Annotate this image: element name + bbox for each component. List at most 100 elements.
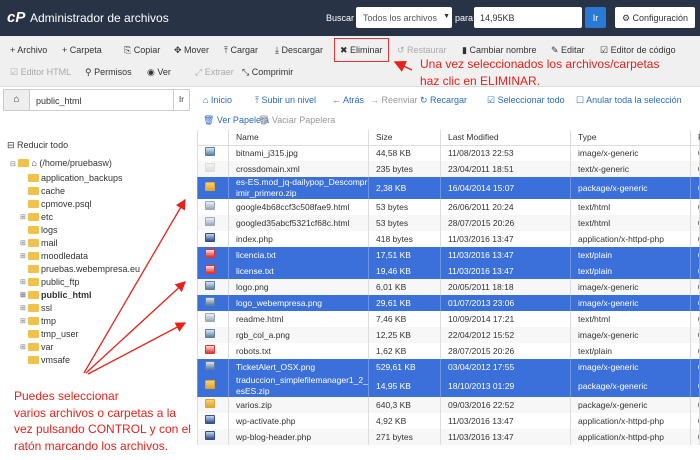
nav-button-5[interactable]: ☑ Seleccionar todo (487, 95, 565, 106)
expand-icon[interactable]: ⊞ (20, 252, 26, 260)
toolbar-button-4[interactable]: ⤒ Cargar (224, 45, 258, 56)
tree-root[interactable]: ⊟ ⌂ (/home/pruebasw) (10, 158, 112, 168)
expand-icon[interactable]: ⊞ (20, 343, 26, 351)
file-size: 14,95 KB (369, 375, 441, 397)
expand-icon[interactable]: ⊞ (20, 291, 26, 299)
table-row[interactable]: google4b68ccf3c508fae9.html53 bytes26/06… (198, 199, 700, 215)
nav-button-2[interactable]: ← Atrás (332, 95, 364, 105)
file-icon-cell (198, 263, 229, 279)
file-icon-cell (198, 359, 229, 375)
toolbar-button-12[interactable]: ⚲ Permisos (85, 67, 132, 78)
tree-item[interactable]: ⊞moodledata (28, 251, 88, 261)
folder-icon (28, 239, 39, 247)
toolbar-button-0[interactable]: + Archivo (10, 45, 47, 55)
home-icon[interactable]: ⌂ (4, 90, 30, 110)
folder-icon (28, 226, 39, 234)
tree-item[interactable]: pruebas.webempresa.eu (28, 264, 140, 274)
table-row[interactable]: bitnami_j315.jpg44,58 KB11/08/2013 22:53… (198, 145, 700, 161)
file-mod: 28/07/2015 20:26 (441, 215, 571, 231)
table-row[interactable]: logo_webempresa.png29,61 KB01/07/2013 23… (198, 295, 700, 311)
tree-item[interactable]: application_backups (28, 173, 123, 183)
toolbar-button-1[interactable]: + Carpeta (62, 45, 102, 55)
table-row[interactable]: varios.zip640,3 KB09/03/2016 22:52packag… (198, 397, 700, 413)
table-row[interactable]: wp-activate.php4,92 KB11/03/2016 13:47ap… (198, 413, 700, 429)
tree-item[interactable]: ⊞public_html (28, 290, 92, 300)
file-size: 640,3 KB (369, 397, 441, 413)
tree-item[interactable]: ⊞mail (28, 238, 58, 248)
tree-item[interactable]: tmp_user (28, 329, 79, 339)
tree-item[interactable]: vmsafe (28, 355, 70, 365)
toolbar-button-15[interactable]: ⤡ Comprimir (242, 67, 293, 78)
toolbar-button-13[interactable]: ◉ Ver (147, 67, 171, 78)
annotation-arrow (86, 282, 185, 373)
nav-button-4[interactable]: ↻ Recargar (420, 95, 467, 106)
toolbar-button-8[interactable]: ▮ Cambiar nombre (462, 45, 536, 56)
table-row[interactable]: es-ES.mod_jq-dailypop_Descomprimir_prime… (198, 177, 700, 199)
table-row[interactable]: index.php418 bytes11/03/2016 13:47applic… (198, 231, 700, 247)
toolbar-button-2[interactable]: ⎘ Copiar (124, 45, 160, 56)
file-type: application/x-httpd-php (571, 231, 691, 247)
table-row[interactable]: wp-blog-header.php271 bytes11/03/2016 13… (198, 429, 700, 445)
php-file-icon (205, 431, 215, 440)
file-perm: 0 (691, 177, 700, 199)
file-type: package/x-generic (571, 375, 691, 397)
expand-icon[interactable]: ⊞ (20, 213, 26, 221)
nav-button-0[interactable]: ⌂ Inicio (203, 95, 232, 105)
col-modified[interactable]: Last Modified (441, 130, 571, 145)
tree-item[interactable]: ⊞public_ftp (28, 277, 80, 287)
nav-button-6[interactable]: ☐ Anular toda la selección (576, 95, 682, 106)
table-row[interactable]: crossdomain.xml235 bytes23/04/2011 18:51… (198, 161, 700, 177)
file-icon-cell (198, 177, 229, 199)
toolbar-button-9[interactable]: ✎ Editar (551, 45, 585, 56)
expand-icon[interactable]: ⊞ (20, 239, 26, 247)
tree-item-label: cache (41, 186, 65, 196)
table-row[interactable]: license.txt19,46 KB11/03/2016 13:47text/… (198, 263, 700, 279)
collapse-all-button[interactable]: ⊟ Reducir todo (7, 140, 68, 151)
tree-item-label: vmsafe (41, 355, 70, 365)
search-input[interactable]: 14,95KB (474, 7, 582, 28)
col-permissions[interactable]: P (691, 130, 700, 145)
table-row[interactable]: traduccion_simplefilemanager1_2_esES.zip… (198, 375, 700, 397)
path-input[interactable]: public_html (36, 96, 82, 106)
table-row[interactable]: robots.txt1,62 KB28/07/2015 20:26text/pl… (198, 343, 700, 359)
table-row[interactable]: rgb_col_a.png12,25 KB22/04/2012 15:52ima… (198, 327, 700, 343)
table-row[interactable]: googled35abcf5321cf68c.html53 bytes28/07… (198, 215, 700, 231)
file-name: logo.png (229, 279, 369, 295)
nav-button-1[interactable]: ⤒ Subir un nivel (255, 95, 316, 106)
file-size: 7,46 KB (369, 311, 441, 327)
col-icon (198, 130, 229, 145)
file-mod: 28/07/2015 20:26 (441, 343, 571, 359)
file-name: licencia.txt (229, 247, 369, 263)
tree-item[interactable]: ⊞var (28, 342, 54, 352)
file-table: Name Size Last Modified Type P bitnami_j… (197, 130, 700, 445)
expand-icon[interactable]: ⊞ (20, 304, 26, 312)
toolbar-button-10[interactable]: ☑ Editor de código (600, 45, 676, 56)
php-file-icon (205, 415, 215, 424)
toolbar-button-3[interactable]: ✥ Mover (174, 45, 209, 56)
settings-button[interactable]: ⚙ Configuración (615, 7, 695, 28)
col-type[interactable]: Type (571, 130, 691, 145)
search-go-button[interactable]: Ir (585, 7, 606, 28)
tree-item-label: mail (41, 238, 58, 248)
expand-icon[interactable]: ⊞ (20, 278, 26, 286)
table-row[interactable]: logo.png6,01 KB20/05/2011 18:18image/x-g… (198, 279, 700, 295)
tree-item[interactable]: ⊞tmp (28, 316, 56, 326)
toolbar-button-5[interactable]: ⤓ Descargar (275, 45, 323, 56)
tree-item[interactable]: cache (28, 186, 65, 196)
chevron-down-icon: ▼ (443, 13, 450, 20)
col-size[interactable]: Size (369, 130, 441, 145)
expand-icon[interactable]: ⊞ (20, 317, 26, 325)
tree-item-label: public_html (41, 290, 92, 300)
table-row[interactable]: TicketAlert_OSX.png529,61 KB03/04/2012 1… (198, 359, 700, 375)
path-go-button[interactable]: Ir (173, 90, 189, 110)
file-type: text/html (571, 199, 691, 215)
tree-item[interactable]: ⊞etc (28, 212, 53, 222)
search-scope-select[interactable]: Todos los archivos▼ (356, 7, 452, 28)
file-type: image/x-generic (571, 295, 691, 311)
col-name[interactable]: Name (229, 130, 369, 145)
tree-item[interactable]: logs (28, 225, 58, 235)
tree-item[interactable]: ⊞ssl (28, 303, 52, 313)
table-row[interactable]: licencia.txt17,51 KB11/03/2016 13:47text… (198, 247, 700, 263)
table-row[interactable]: readme.html7,46 KB10/09/2014 17:21text/h… (198, 311, 700, 327)
tree-item[interactable]: cpmove.psql (28, 199, 92, 209)
